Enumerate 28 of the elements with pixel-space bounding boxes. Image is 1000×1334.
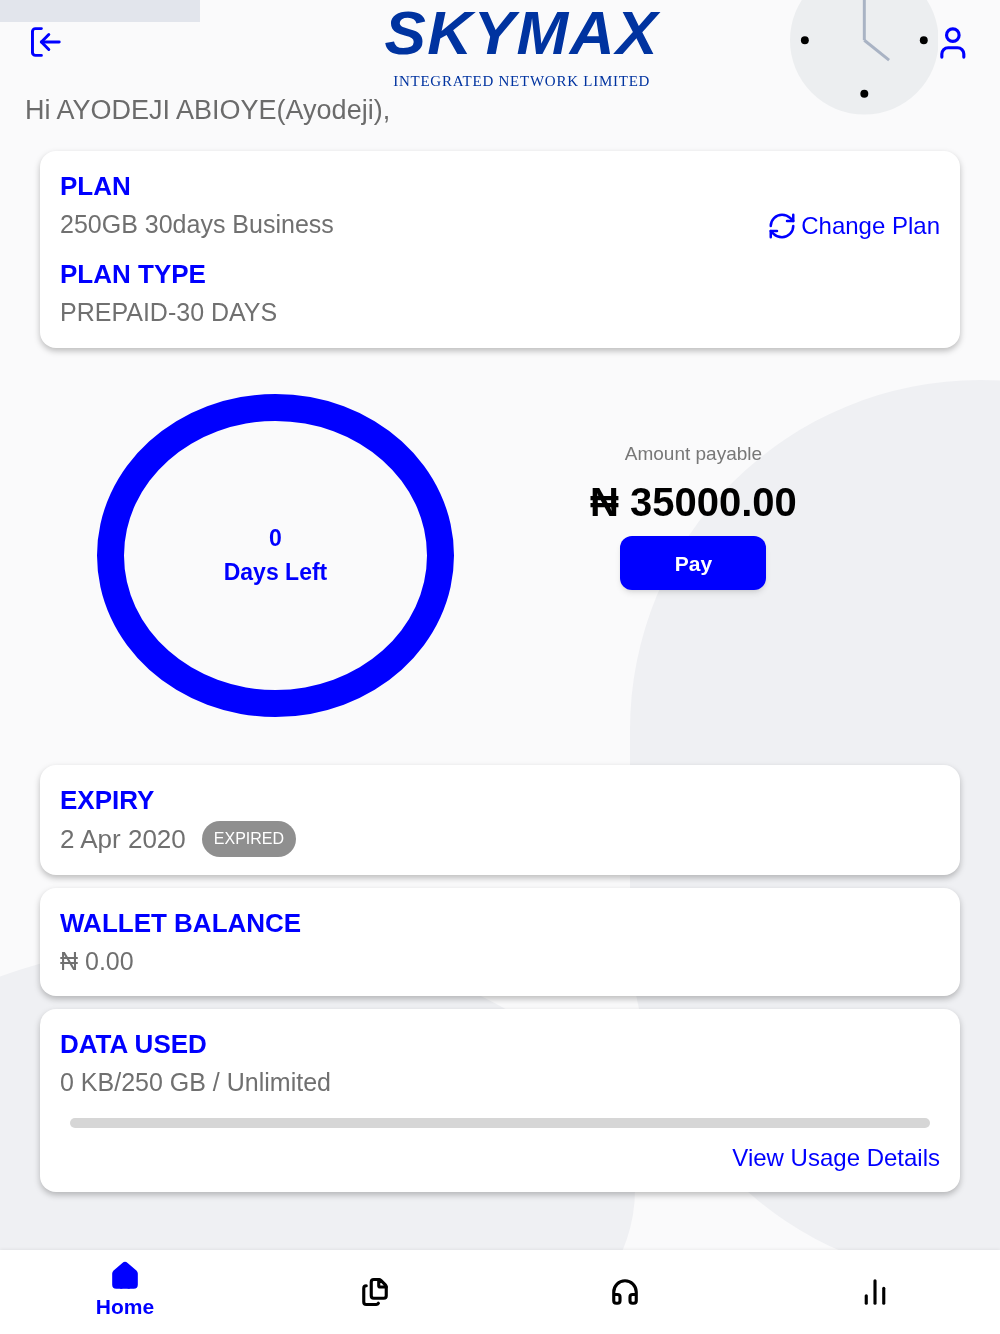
nav-tab[interactable]: Home [95,1261,155,1323]
plan-type-label: PLAN TYPE [60,258,207,291]
pay-button[interactable]: Pay [620,536,767,591]
greeting: Hi AYODEJI ABIOYE(Ayodeji), [25,94,391,127]
nav-tab[interactable] [360,1277,390,1307]
data-used-value: 0 KB/250 GB / Unlimited [60,1067,332,1098]
documents-icon [360,1277,390,1307]
wallet-label: WALLET BALANCE [60,906,303,940]
logo: SKYMAX INTEGRATED NETWORK LIMITED [383,2,661,91]
headphones-icon [610,1277,640,1307]
amount-value: ₦ 35000.00 [590,479,797,527]
plan-label: PLAN [60,169,132,203]
status-badge: EXPIRED [201,821,297,857]
expiry-date: 2 Apr 2020 [60,822,186,856]
home-icon [110,1261,140,1292]
expiry-label: EXPIRY [60,783,156,817]
amount-label: Amount payable [624,441,763,466]
plan-type-value: PREPAID-30 DAYS [60,297,279,328]
logout-icon[interactable] [28,24,64,60]
usage-details-link[interactable]: View Usage Details [732,1139,940,1176]
change-plan-link[interactable]: Change Plan [767,208,940,244]
days-label: Days Left [223,558,328,587]
data-used-label: DATA USED [60,1028,208,1061]
refresh-icon [767,211,798,241]
plan-value: 250GB 30days Business [60,208,334,240]
days-count: 0 [269,523,282,553]
wallet-value: ₦ 0.00 [60,945,135,977]
nav-tab[interactable] [610,1277,640,1307]
